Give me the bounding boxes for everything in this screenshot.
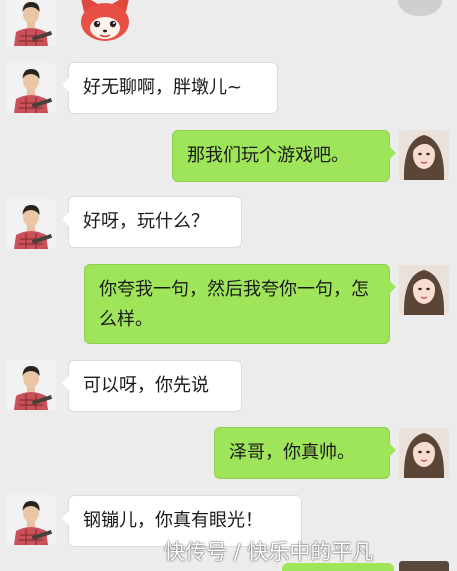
watermark: 快传号 / 快乐中的平凡 (164, 540, 374, 564)
corner-button[interactable] (398, 0, 442, 16)
male-avatar-icon[interactable] (6, 360, 56, 410)
female-avatar-icon[interactable] (399, 561, 449, 571)
message-bubble-incoming[interactable]: 好无聊啊，胖墩儿~ (62, 62, 278, 114)
cartoon-fox-sticker-icon (76, 0, 134, 44)
message-bubble-outgoing[interactable]: 泽哥，你真帅。 (214, 427, 396, 479)
message-bubble-outgoing[interactable]: 你夸我一句，然后我夸你一句，怎么样。 (84, 264, 396, 344)
male-avatar-icon[interactable] (6, 199, 56, 249)
male-avatar-icon[interactable] (6, 63, 56, 113)
message-bubble-incoming[interactable]: 可以呀，你先说 (62, 360, 242, 412)
message-bubble-incoming[interactable]: 好呀，玩什么？ (62, 196, 242, 248)
chat-area[interactable]: 好无聊啊，胖墩儿~ 那我们玩个游戏吧。 好呀，玩什么？ 你夸我一句，然后我夸你一… (0, 0, 457, 571)
female-avatar-icon[interactable] (399, 130, 449, 180)
message-bubble-outgoing[interactable]: 那我们玩个游戏吧。 (172, 130, 396, 182)
male-avatar-icon[interactable] (6, 495, 56, 545)
female-avatar-icon[interactable] (399, 265, 449, 315)
male-avatar-icon[interactable] (6, 0, 56, 46)
female-avatar-icon[interactable] (399, 428, 449, 478)
